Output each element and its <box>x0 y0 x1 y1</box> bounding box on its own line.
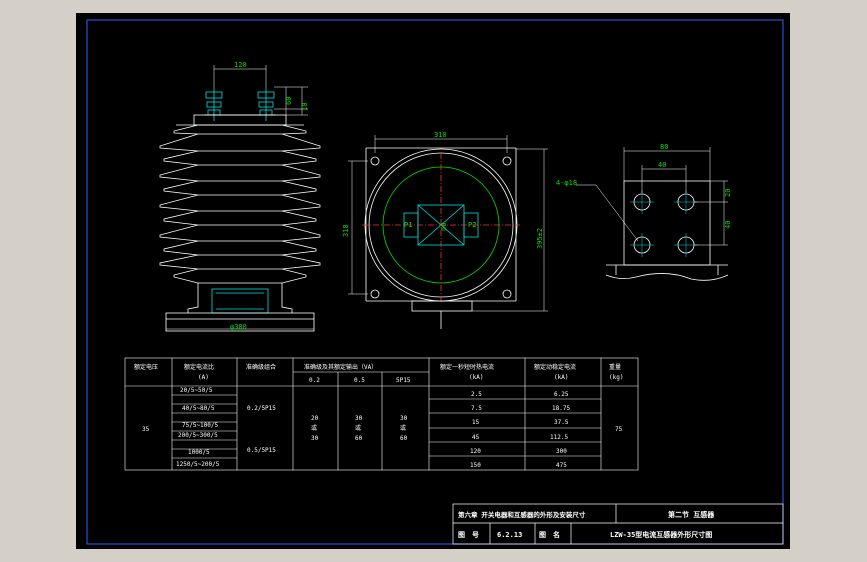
td-dynamic-3: 112.5 <box>550 434 568 441</box>
label-p2: P2 <box>468 221 476 229</box>
td-dynamic-4: 300 <box>556 448 567 455</box>
td-ratio-1: 40/5~80/5 <box>182 405 215 412</box>
dim-detail-top: 80 <box>660 143 668 151</box>
label-p1: P1 <box>404 221 412 229</box>
dim-front-right-a: 60 <box>285 97 293 105</box>
dim-top-center: 60 <box>440 223 448 231</box>
td-dynamic-5: 475 <box>556 462 567 469</box>
td-acc-0-a: 20 <box>311 415 319 422</box>
th-rated-voltage: 额定电压 <box>134 363 158 371</box>
td-thermal-3: 45 <box>472 434 480 441</box>
dim-top-height-right: 395±2 <box>536 228 544 249</box>
title-fig-no: 6.2.13 <box>497 531 522 539</box>
td-ratio-5: 1250/5~200/5 <box>176 461 220 468</box>
td-dynamic-1: 18.75 <box>552 405 570 412</box>
td-thermal-5: 150 <box>470 462 481 469</box>
td-combo-1: 0.5/5P15 <box>247 447 276 454</box>
dim-detail-inner: 40 <box>658 161 666 169</box>
td-combo-0: 0.2/5P15 <box>247 405 276 412</box>
th-acc-col-2: 5P15 <box>396 377 411 384</box>
td-dynamic-0: 6.25 <box>554 391 569 398</box>
td-ratio-3: 200/5~300/5 <box>178 432 218 439</box>
td-thermal-2: 15 <box>472 419 480 426</box>
td-thermal-4: 120 <box>470 448 481 455</box>
top-view <box>362 147 520 329</box>
dim-detail-right-a: 20 <box>724 189 732 197</box>
detail-view <box>605 180 729 281</box>
th-acc-col-1: 0.5 <box>354 377 365 384</box>
td-acc-2-c: 60 <box>400 435 408 442</box>
th-rated-ratio: 额定电流比 <box>184 363 214 371</box>
th-thermal-current: 额定一秒短时热电流 <box>440 363 494 371</box>
detail-view-dimensions <box>576 147 728 246</box>
td-ratio-2: 75/5~100/5 <box>182 422 219 429</box>
td-acc-2-b: 或 <box>400 424 406 432</box>
dim-top-width: 310 <box>434 131 447 139</box>
td-acc-1-a: 30 <box>355 415 363 422</box>
td-thermal-1: 7.5 <box>471 405 482 412</box>
td-acc-1-b: 或 <box>355 424 361 432</box>
label-hole-spec: 4-φ18 <box>556 179 577 187</box>
drawing-canvas: 120 60 10 φ380 310 310 395±2 P1 P2 60 80… <box>76 13 790 549</box>
th-ratio-unit: (A) <box>198 374 209 381</box>
title-fig-no-label: 图 号 <box>458 530 479 539</box>
dim-front-base: φ380 <box>230 323 247 331</box>
td-thermal-0: 2.5 <box>471 391 482 398</box>
dim-front-right-b: 10 <box>301 103 309 111</box>
td-acc-2-a: 30 <box>400 415 408 422</box>
dim-top-height-left: 310 <box>342 224 350 237</box>
front-view <box>159 88 321 332</box>
insulator-sheds <box>159 124 321 284</box>
td-dynamic-2: 37.5 <box>554 419 569 426</box>
th-dynamic-current: 额定动稳定电流 <box>534 363 576 371</box>
th-weight: 重量 <box>609 363 621 371</box>
th-dynamic-unit: (kA) <box>554 374 568 381</box>
td-weight: 75 <box>615 426 623 433</box>
dim-detail-right-b: 40 <box>724 221 732 229</box>
title-section: 第二节 互感器 <box>668 510 715 519</box>
dim-front-top: 120 <box>234 61 247 69</box>
title-fig-name: LZW-35型电流互感器外形尺寸图 <box>610 530 712 539</box>
th-weight-unit: (kg) <box>609 374 623 381</box>
td-acc-1-c: 60 <box>355 435 363 442</box>
title-fig-name-label: 图 名 <box>539 530 560 539</box>
th-accuracy-output: 准确级及其额定输出（VA） <box>304 363 377 371</box>
th-thermal-unit: (kA) <box>469 374 483 381</box>
td-voltage: 35 <box>142 426 150 433</box>
top-view-dimensions <box>348 135 548 312</box>
title-chapter: 第六章 开关电器和互感器的外形及安装尺寸 <box>458 510 586 519</box>
td-acc-0-c: 30 <box>311 435 319 442</box>
terminal-bolts <box>205 88 275 121</box>
th-secondary-combo: 准确级组合 <box>246 363 276 371</box>
td-ratio-4: 1000/5 <box>188 449 210 456</box>
td-acc-0-b: 或 <box>311 424 317 432</box>
td-ratio-0: 20/5~50/5 <box>180 387 213 394</box>
bolt-holes <box>633 193 695 254</box>
th-acc-col-0: 0.2 <box>309 377 320 384</box>
cad-drawing: 120 60 10 φ380 310 310 395±2 P1 P2 60 80… <box>86 19 784 545</box>
